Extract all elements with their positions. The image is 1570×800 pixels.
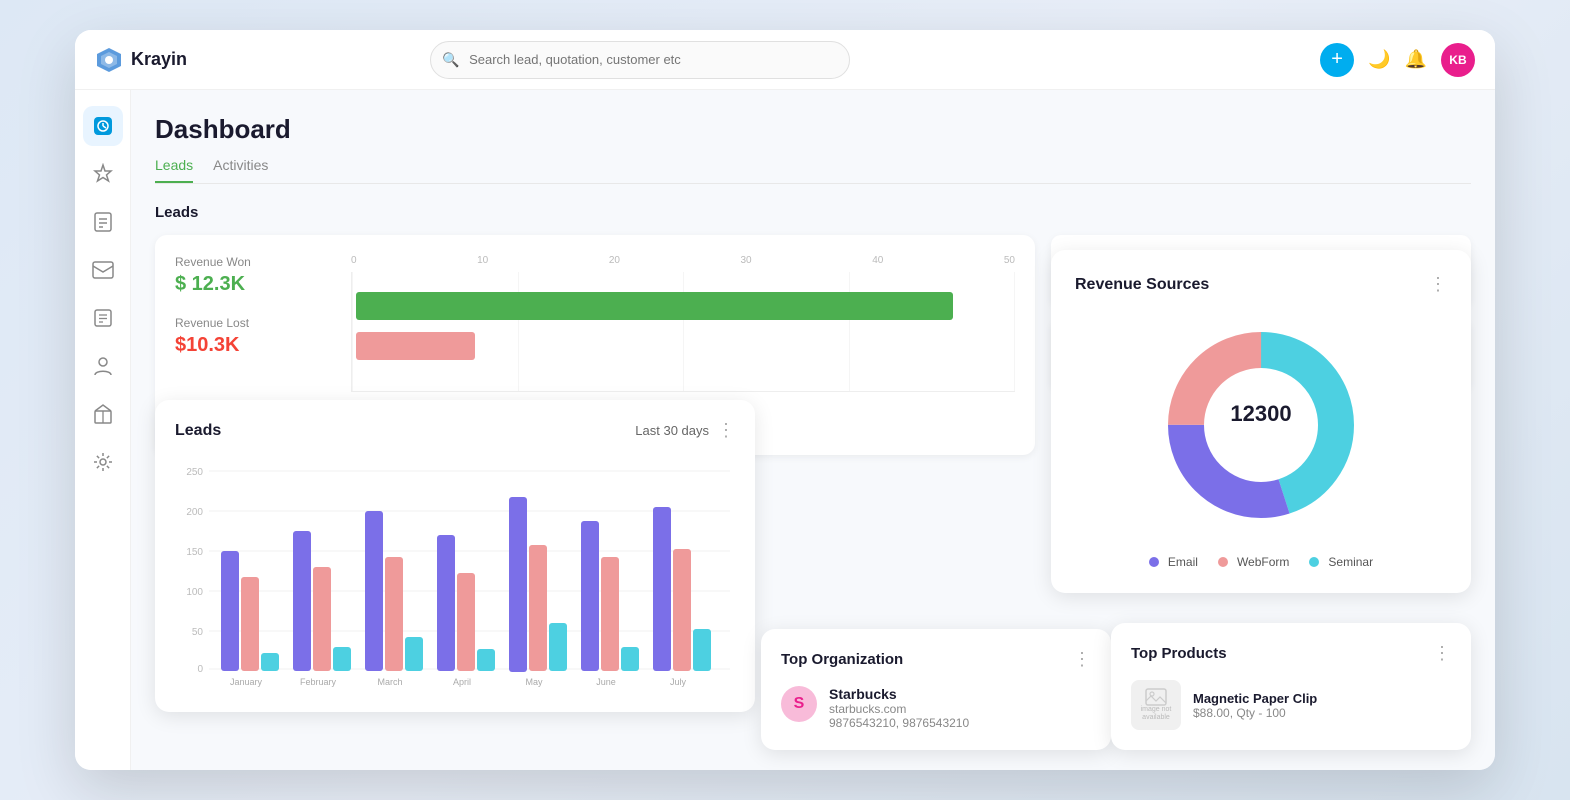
revenue-lost-label: Revenue Lost [175,316,319,330]
bar-revenue-won [356,292,953,320]
add-button[interactable]: + [1320,43,1354,77]
top-org-menu[interactable]: ⋮ [1073,649,1091,670]
svg-text:50: 50 [192,627,204,638]
donut-chart: 12300 [1151,315,1371,535]
sidebar-item-clock[interactable] [83,106,123,146]
revenue-lost-value: $10.3K [175,334,319,357]
logo-icon [95,46,123,74]
leads-chart-menu[interactable]: ⋮ [717,420,735,441]
leads-chart-card: Leads Last 30 days ⋮ 250 200 150 100 50 … [155,400,755,712]
org-name: Starbucks [829,686,969,702]
image-placeholder-text: image not available [1131,706,1181,723]
chart-axis: 0 10 20 30 40 50 [351,255,1015,266]
tabs: Leads Activities [155,157,1471,184]
legend-email: Email [1149,555,1198,569]
product-image: image not available [1131,680,1181,730]
revenue-won-stat: Revenue Won $ 12.3K [175,255,319,296]
leads-chart-title: Leads [175,422,221,440]
svg-text:May: May [525,677,543,687]
top-products-card: Top Products ⋮ image not available Magne… [1111,623,1471,750]
image-icon [1145,688,1167,706]
sidebar-item-person[interactable] [83,346,123,386]
search-icon: 🔍 [442,51,459,68]
top-products-header: Top Products ⋮ [1131,643,1451,664]
svg-text:April: April [453,677,471,687]
revenue-sources-header: Revenue Sources ⋮ [1075,274,1447,295]
legend-webform-dot [1218,557,1228,567]
legend-seminar-dot [1309,557,1319,567]
tab-activities[interactable]: Activities [213,157,268,183]
top-org-title: Top Organization [781,651,903,668]
sidebar-item-ai[interactable] [83,154,123,194]
sidebar [75,90,131,770]
product-info: $88.00, Qty - 100 [1193,706,1317,720]
leads-chart-controls: Last 30 days ⋮ [635,420,735,441]
main-layout: Dashboard Leads Activities Leads Revenue… [75,90,1495,770]
sidebar-item-box[interactable] [83,394,123,434]
top-products-title: Top Products [1131,645,1227,662]
sidebar-item-mail[interactable] [83,250,123,290]
leads-bar-chart-svg: 250 200 150 100 50 0 [175,457,735,687]
svg-text:12300: 12300 [1230,401,1291,426]
svg-text:February: February [300,677,337,687]
product-details: Magnetic Paper Clip $88.00, Qty - 100 [1193,691,1317,720]
revenue-sources-card: Revenue Sources ⋮ [1051,250,1471,593]
svg-text:150: 150 [186,547,203,558]
top-products-menu[interactable]: ⋮ [1433,643,1451,664]
org-item: S Starbucks starbucks.com 9876543210, 98… [781,686,1091,730]
svg-text:250: 250 [186,467,203,478]
bar-jan-teal [261,653,279,671]
top-org-card: Top Organization ⋮ S Starbucks starbucks… [761,629,1111,750]
content-area: Dashboard Leads Activities Leads Revenue… [131,90,1495,770]
svg-text:100: 100 [186,587,203,598]
org-phone: 9876543210, 9876543210 [829,716,969,730]
notifications-icon[interactable]: 🔔 [1405,49,1427,70]
revenue-sources-title: Revenue Sources [1075,276,1209,294]
donut-legend: Email WebForm Seminar [1075,555,1447,569]
revenue-sources-menu[interactable]: ⋮ [1429,274,1447,295]
leads-section-title: Leads [155,204,1471,221]
org-avatar: S [781,686,817,722]
search-bar[interactable]: 🔍 [430,41,850,79]
revenue-won-label: Revenue Won [175,255,319,269]
dark-mode-icon[interactable]: 🌙 [1368,49,1390,70]
app-container: Krayin 🔍 + 🌙 🔔 KB [75,30,1495,770]
org-details: Starbucks starbucks.com 9876543210, 9876… [829,686,969,730]
product-name: Magnetic Paper Clip [1193,691,1317,706]
svg-text:July: July [670,677,687,687]
org-url: starbucks.com [829,702,969,716]
revenue-lost-stat: Revenue Lost $10.3K [175,316,319,357]
bar-revenue-lost [356,332,475,360]
topbar: Krayin 🔍 + 🌙 🔔 KB [75,30,1495,90]
bar-jan-purple [221,551,239,671]
leads-period: Last 30 days [635,423,709,438]
svg-text:200: 200 [186,507,203,518]
topbar-actions: + 🌙 🔔 KB [1320,43,1475,77]
product-item: image not available Magnetic Paper Clip … [1131,680,1451,730]
sidebar-item-file[interactable] [83,202,123,242]
svg-text:January: January [230,677,263,687]
svg-text:June: June [596,677,616,687]
svg-text:0: 0 [197,664,203,675]
bar-jan-pink [241,577,259,671]
svg-text:March: March [377,677,402,687]
tab-leads[interactable]: Leads [155,157,193,183]
donut-container: 12300 [1075,315,1447,535]
search-input[interactable] [430,41,850,79]
sidebar-item-settings[interactable] [83,442,123,482]
avatar[interactable]: KB [1441,43,1475,77]
top-org-header: Top Organization ⋮ [781,649,1091,670]
revenue-won-value: $ 12.3K [175,273,319,296]
logo: Krayin [95,46,187,74]
page-title: Dashboard [155,114,1471,145]
legend-seminar: Seminar [1309,555,1373,569]
legend-webform: WebForm [1218,555,1289,569]
sidebar-item-list[interactable] [83,298,123,338]
leads-chart-header: Leads Last 30 days ⋮ [175,420,735,441]
legend-email-dot [1149,557,1159,567]
